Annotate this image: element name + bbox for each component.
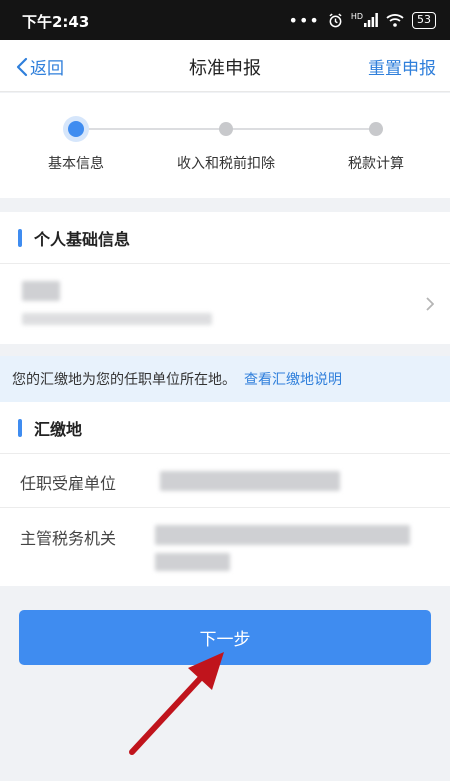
redacted-name bbox=[22, 281, 60, 301]
section-title: 个人基础信息 bbox=[34, 229, 131, 249]
annotation-arrow-icon bbox=[129, 652, 224, 755]
remit-location-notice: 您的汇缴地为您的任职单位所在地。 查看汇缴地说明 bbox=[0, 356, 450, 402]
status-bar: 下午2:43 ••• HD 53 bbox=[0, 0, 450, 40]
step-dot-income bbox=[219, 122, 233, 136]
section-accent-bar bbox=[18, 228, 22, 247]
tax-authority-label: 主管税务机关 bbox=[20, 529, 117, 548]
section-header: 汇缴地 bbox=[0, 402, 450, 454]
section-header: 个人基础信息 bbox=[0, 212, 450, 264]
remit-location-help-link[interactable]: 查看汇缴地说明 bbox=[244, 369, 342, 389]
step-label-basic-info: 基本信息 bbox=[48, 156, 104, 172]
section-accent-bar bbox=[18, 418, 22, 437]
more-dots-icon: ••• bbox=[288, 10, 320, 30]
step-connector bbox=[76, 128, 226, 130]
redacted-tax-authority-line2 bbox=[155, 553, 230, 571]
personal-info-row[interactable] bbox=[0, 265, 450, 344]
section-title: 汇缴地 bbox=[34, 419, 83, 439]
tax-authority-row: 主管税务机关 bbox=[0, 509, 450, 586]
redacted-employer bbox=[160, 471, 340, 491]
alarm-icon bbox=[328, 13, 343, 28]
redacted-id bbox=[22, 313, 212, 325]
chevron-right-icon bbox=[426, 297, 434, 311]
personal-info-card: 个人基础信息 bbox=[0, 212, 450, 344]
status-icons: ••• HD 53 bbox=[288, 10, 436, 30]
signal-icon: HD bbox=[351, 13, 378, 27]
back-button[interactable]: 返回 bbox=[16, 54, 64, 79]
employer-row: 任职受雇单位 bbox=[0, 455, 450, 508]
step-dot-basic-info bbox=[68, 121, 84, 137]
step-label-income: 收入和税前扣除 bbox=[177, 156, 275, 172]
reset-declaration-button[interactable]: 重置申报 bbox=[368, 54, 436, 79]
battery-icon: 53 bbox=[412, 11, 436, 29]
progress-stepper: 基本信息 收入和税前扣除 税款计算 bbox=[0, 93, 450, 198]
back-label: 返回 bbox=[30, 59, 64, 79]
remit-location-card: 汇缴地 任职受雇单位 主管税务机关 bbox=[0, 402, 450, 586]
redacted-tax-authority-line1 bbox=[155, 525, 410, 545]
wifi-icon bbox=[386, 13, 404, 27]
status-time: 下午2:43 bbox=[22, 13, 90, 31]
step-dot-tax-calc bbox=[369, 122, 383, 136]
network-type: HD bbox=[350, 12, 363, 21]
step-connector bbox=[226, 128, 376, 130]
step-label-tax-calc: 税款计算 bbox=[348, 156, 404, 172]
employer-label: 任职受雇单位 bbox=[20, 474, 117, 493]
chevron-left-icon bbox=[16, 57, 28, 76]
nav-bar: 返回 标准申报 重置申报 bbox=[0, 40, 450, 92]
notice-text: 您的汇缴地为您的任职单位所在地。 bbox=[12, 372, 236, 388]
